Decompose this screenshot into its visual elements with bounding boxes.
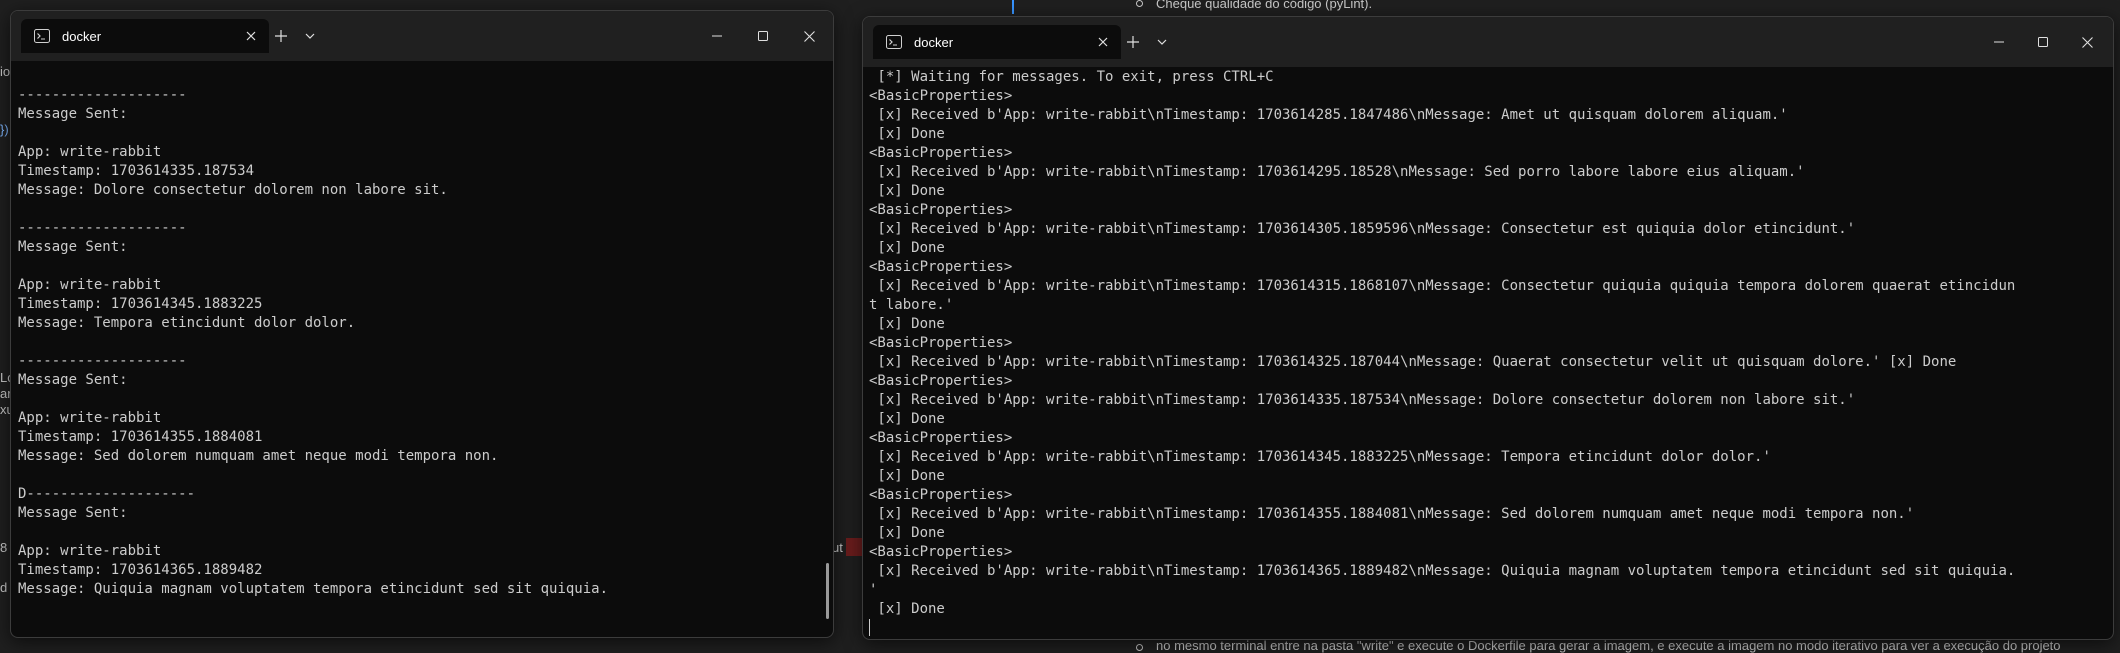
terminal-line: -------------------- [18,353,187,369]
terminal-line: Message Sent: [18,106,128,122]
terminal-line: Message: Dolore consectetur dolorem non … [18,182,448,198]
terminal-line: Timestamp: 1703614345.1883225 [18,296,263,312]
bullet-marker [1136,0,1143,7]
terminal-line: D-------------------- [18,486,196,502]
terminal-line: <BasicProperties> [869,544,1013,560]
close-icon[interactable] [2073,30,2101,54]
background-bullet-text: Cheque qualidade do código (pyLint). [1156,0,1373,11]
terminal-line: Message Sent: [18,239,128,255]
minimize-icon[interactable] [1985,30,2013,54]
terminal-line: [x] Received b'App: write-rabbit\nTimest… [869,107,1788,123]
chevron-down-icon[interactable] [1152,32,1172,52]
terminal-line: [x] Received b'App: write-rabbit\nTimest… [869,278,2016,294]
text-cursor [869,619,870,636]
terminal-icon [886,35,902,49]
terminal-line: Timestamp: 1703614365.1889482 [18,562,263,578]
close-icon[interactable] [243,28,259,44]
highlight-marker [846,538,862,556]
terminal-line: <BasicProperties> [869,487,1013,503]
terminal-output[interactable]: -------------------- Message Sent: App: wr… [11,61,833,637]
close-icon[interactable] [795,24,823,48]
terminal-line: Message: Quiquia magnam voluptatem tempo… [18,581,609,597]
terminal-line: App: write-rabbit [18,410,162,426]
terminal-line: [x] Done [869,468,945,484]
terminal-line: <BasicProperties> [869,335,1013,351]
terminal-line: t labore.' [869,297,954,313]
right-terminal-window: docker [*] Waiting for messages. To exit… [862,16,2114,640]
terminal-line: <BasicProperties> [869,430,1013,446]
background-fragment: }) [0,122,9,137]
terminal-line: App: write-rabbit [18,277,162,293]
terminal-line: [x] Done [869,316,945,332]
title-bar[interactable]: docker [863,17,2113,67]
terminal-line: [x] Done [869,126,945,142]
tab-docker[interactable]: docker [873,25,1121,59]
bullet-marker [1136,644,1143,651]
terminal-line: [x] Received b'App: write-rabbit\nTimest… [869,506,1915,522]
plus-icon[interactable] [271,26,291,46]
background-fragment: io [0,64,11,79]
terminal-line: App: write-rabbit [18,144,162,160]
terminal-line: [x] Received b'App: write-rabbit\nTimest… [869,164,1805,180]
background-fragment: d [0,580,8,595]
terminal-line: ' [869,582,878,598]
terminal-line: <BasicProperties> [869,373,1013,389]
terminal-line: [*] Waiting for messages. To exit, press… [869,69,1274,85]
maximize-icon[interactable] [749,24,777,48]
terminal-line: <BasicProperties> [869,202,1013,218]
terminal-icon [34,29,50,43]
terminal-line: <BasicProperties> [869,259,1013,275]
terminal-line: -------------------- [18,220,187,236]
scrollbar[interactable] [826,563,829,619]
terminal-line: [x] Received b'App: write-rabbit\nTimest… [869,449,1771,465]
terminal-line: Message Sent: [18,372,128,388]
terminal-line: [x] Received b'App: write-rabbit\nTimest… [869,354,1957,370]
terminal-line: <BasicProperties> [869,145,1013,161]
prompt-line[interactable] [869,619,2113,638]
terminal-line: [x] Done [869,525,945,541]
plus-icon[interactable] [1123,32,1143,52]
maximize-icon[interactable] [2029,30,2057,54]
terminal-line: [x] Received b'App: write-rabbit\nTimest… [869,221,1856,237]
terminal-line: [x] Received b'App: write-rabbit\nTimest… [869,563,2016,579]
terminal-line: <BasicProperties> [869,88,1013,104]
editor-accent-bar [1012,0,1014,14]
title-bar[interactable]: docker [11,11,833,61]
terminal-output[interactable]: [*] Waiting for messages. To exit, press… [863,67,2113,639]
tab-title: docker [62,28,102,44]
terminal-line: [x] Done [869,411,945,427]
background-bottom-text: no mesmo terminal entre na pasta "write"… [1156,638,2061,653]
tab-docker[interactable]: docker [21,19,269,53]
minimize-icon[interactable] [703,24,731,48]
terminal-line: [x] Done [869,183,945,199]
terminal-line: [x] Done [869,240,945,256]
terminal-line: Timestamp: 1703614355.1884081 [18,429,263,445]
tab-title: docker [914,34,954,50]
close-icon[interactable] [1095,34,1111,50]
terminal-line: Message: Tempora etincidunt dolor dolor. [18,315,356,331]
terminal-line: Timestamp: 1703614335.187534 [18,163,255,179]
left-terminal-window: docker -------------------- Message Sent:… [10,10,834,638]
terminal-line: Message: Sed dolorem numquam amet neque … [18,448,499,464]
terminal-line: App: write-rabbit [18,543,162,559]
terminal-line: Message Sent: [18,505,128,521]
terminal-line: -------------------- [18,87,187,103]
background-fragment: 8 [0,540,8,555]
chevron-down-icon[interactable] [300,26,320,46]
terminal-line: [x] Received b'App: write-rabbit\nTimest… [869,392,1856,408]
terminal-line: [x] Done [869,601,945,617]
